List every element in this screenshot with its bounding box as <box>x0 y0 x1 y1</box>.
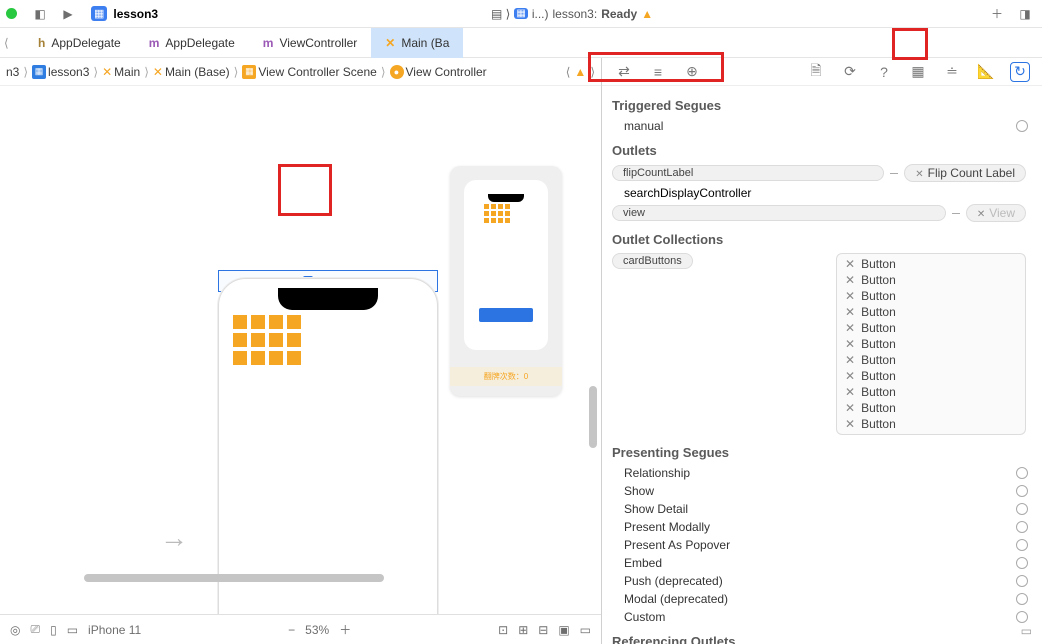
presenting-segue-row[interactable]: Relationship <box>612 464 1032 482</box>
presenting-segue-row[interactable]: Push (deprecated) <box>612 572 1032 590</box>
layout-icon-1[interactable]: ⊡ <box>498 623 508 637</box>
outlet-row[interactable]: flipCountLabel ✕Flip Count Label <box>612 162 1032 184</box>
canvas-bottom-bar: ◎ ⎚ ▯ ▭ iPhone 11 − 53% ＋ ⊡ ⊞ ⊟ ▣ ▭ <box>0 614 601 644</box>
file-tab[interactable]: hAppDelegate <box>24 28 135 58</box>
right-sidebar-toggle-icon[interactable]: ◨ <box>1014 3 1036 25</box>
horizontal-scrollbar[interactable] <box>84 574 384 582</box>
embed-icon[interactable]: ⎚ <box>30 622 40 637</box>
presenting-segue-row[interactable]: Present Modally <box>612 518 1032 536</box>
oc-button-item[interactable]: ✕Button <box>837 272 1025 288</box>
inspector-body: Triggered Segues manual Outlets flipCoun… <box>602 86 1042 644</box>
layout-icon-4[interactable]: ▣ <box>558 623 569 637</box>
help-inspector-icon[interactable]: ? <box>874 62 894 82</box>
notch <box>278 288 378 310</box>
annotation-box <box>892 28 928 60</box>
breadcrumb[interactable]: n3⟩ ▦lesson3⟩ ✕Main⟩ ✕Main (Base)⟩ ▦View… <box>0 58 601 86</box>
oc-button-item[interactable]: ✕Button <box>837 288 1025 304</box>
oc-button-item[interactable]: ✕Button <box>837 400 1025 416</box>
project-name: lesson3 <box>113 7 158 21</box>
layout-icon-2[interactable]: ⊞ <box>518 623 528 637</box>
warning-icon[interactable]: ▲ <box>574 65 586 79</box>
title-area: ▦ lesson3 <box>91 6 158 21</box>
traffic-lights <box>6 8 17 19</box>
zoom-out-icon[interactable]: − <box>288 623 295 637</box>
main-toolbar: ◧ ▶ ▦ lesson3 ▤ ⟩ ▦ i...) lesson3: Ready… <box>0 0 1042 28</box>
presenting-segue-row[interactable]: Modal (deprecated) <box>612 590 1032 608</box>
file-inspector-icon[interactable]: 🗎 <box>806 62 826 82</box>
file-tab[interactable]: mAppDelegate <box>135 28 249 58</box>
file-tab-selected[interactable]: ✕Main (Ba <box>371 28 463 58</box>
maximize-dot[interactable] <box>6 8 17 19</box>
nav-back-icon[interactable]: ⟨ <box>4 36 24 50</box>
oc-button-item[interactable]: ✕Button <box>837 368 1025 384</box>
device-frame: 重新开始 <box>218 278 438 614</box>
page-indicator-icon[interactable]: ▭ <box>1021 624 1032 638</box>
oc-button-item[interactable]: ✕Button <box>837 304 1025 320</box>
sidebar-toggle-icon[interactable]: ◧ <box>29 3 51 25</box>
nav-prev-icon[interactable]: ⟨ <box>566 65 571 79</box>
add-icon[interactable]: ＋ <box>986 3 1008 25</box>
oc-button-item[interactable]: ✕Button <box>837 256 1025 272</box>
file-tab-bar: ⟨ hAppDelegate mAppDelegate mViewControl… <box>0 28 1042 58</box>
triggered-segues-header: Triggered Segues <box>612 90 1032 117</box>
device-icon[interactable]: ▯ <box>50 623 57 637</box>
zoom-level[interactable]: 53% <box>305 623 329 637</box>
outlet-row[interactable]: view ✕View <box>612 202 1032 224</box>
app-icon: ▦ <box>91 6 107 21</box>
preview-label: 翻牌次数：0 <box>450 367 562 386</box>
inspector-panel: ⇄ ≡ ⊕ 🗎 ⟳ ? ▦ ≐ 📐 ↻ Triggered Segues man… <box>602 58 1042 644</box>
outlet-collection-buttons: ✕Button✕Button✕Button✕Button✕Button✕Butt… <box>836 253 1026 435</box>
outlet-row[interactable]: searchDisplayController <box>612 184 1032 202</box>
referencing-outlets-header: Referencing Outlets <box>612 626 1032 644</box>
presenting-segue-row[interactable]: Present As Popover <box>612 536 1032 554</box>
file-tab[interactable]: mViewController <box>249 28 371 58</box>
presenting-segue-row[interactable]: Custom <box>612 608 1032 626</box>
outline-icon[interactable]: ◎ <box>10 623 20 637</box>
layout-icon-5[interactable]: ▭ <box>580 623 591 637</box>
size-inspector-icon[interactable]: 📐 <box>976 62 996 82</box>
presenting-segue-row[interactable]: Show Detail <box>612 500 1032 518</box>
run-icon[interactable]: ▶ <box>57 3 79 25</box>
scheme-status[interactable]: ▤ ⟩ ▦ i...) lesson3: Ready ▲ <box>491 7 653 21</box>
annotation-box <box>278 164 332 216</box>
connections-inspector-icon[interactable]: ↻ <box>1010 62 1030 82</box>
preview-panel: 翻牌次数：0 <box>450 166 562 396</box>
presenting-segues-header: Presenting Segues <box>612 437 1032 464</box>
history-inspector-icon[interactable]: ⟳ <box>840 62 860 82</box>
canvas-area: n3⟩ ▦lesson3⟩ ✕Main⟩ ✕Main (Base)⟩ ▦View… <box>0 58 602 644</box>
oc-button-item[interactable]: ✕Button <box>837 320 1025 336</box>
outlet-collection-row[interactable]: cardButtons ✕Button✕Button✕Button✕Button… <box>612 251 1032 437</box>
outlet-collections-header: Outlet Collections <box>612 224 1032 251</box>
presenting-segue-row[interactable]: Show <box>612 482 1032 500</box>
entry-arrow-icon: → <box>160 522 188 554</box>
oc-button-item[interactable]: ✕Button <box>837 336 1025 352</box>
oc-button-item[interactable]: ✕Button <box>837 416 1025 432</box>
segue-row[interactable]: manual <box>612 117 1032 135</box>
annotation-box <box>588 52 724 82</box>
presenting-segue-row[interactable]: Embed <box>612 554 1032 572</box>
card-grid <box>233 315 313 365</box>
oc-button-item[interactable]: ✕Button <box>837 352 1025 368</box>
identity-inspector-icon[interactable]: ▦ <box>908 62 928 82</box>
outlets-header: Outlets <box>612 135 1032 162</box>
orientation-icon[interactable]: ▭ <box>67 623 78 637</box>
device-label[interactable]: iPhone 11 <box>88 623 141 637</box>
vertical-scrollbar[interactable] <box>589 386 597 448</box>
attributes-inspector-icon[interactable]: ≐ <box>942 62 962 82</box>
oc-button-item[interactable]: ✕Button <box>837 384 1025 400</box>
zoom-in-icon[interactable]: ＋ <box>339 621 351 638</box>
layout-icon-3[interactable]: ⊟ <box>538 623 548 637</box>
